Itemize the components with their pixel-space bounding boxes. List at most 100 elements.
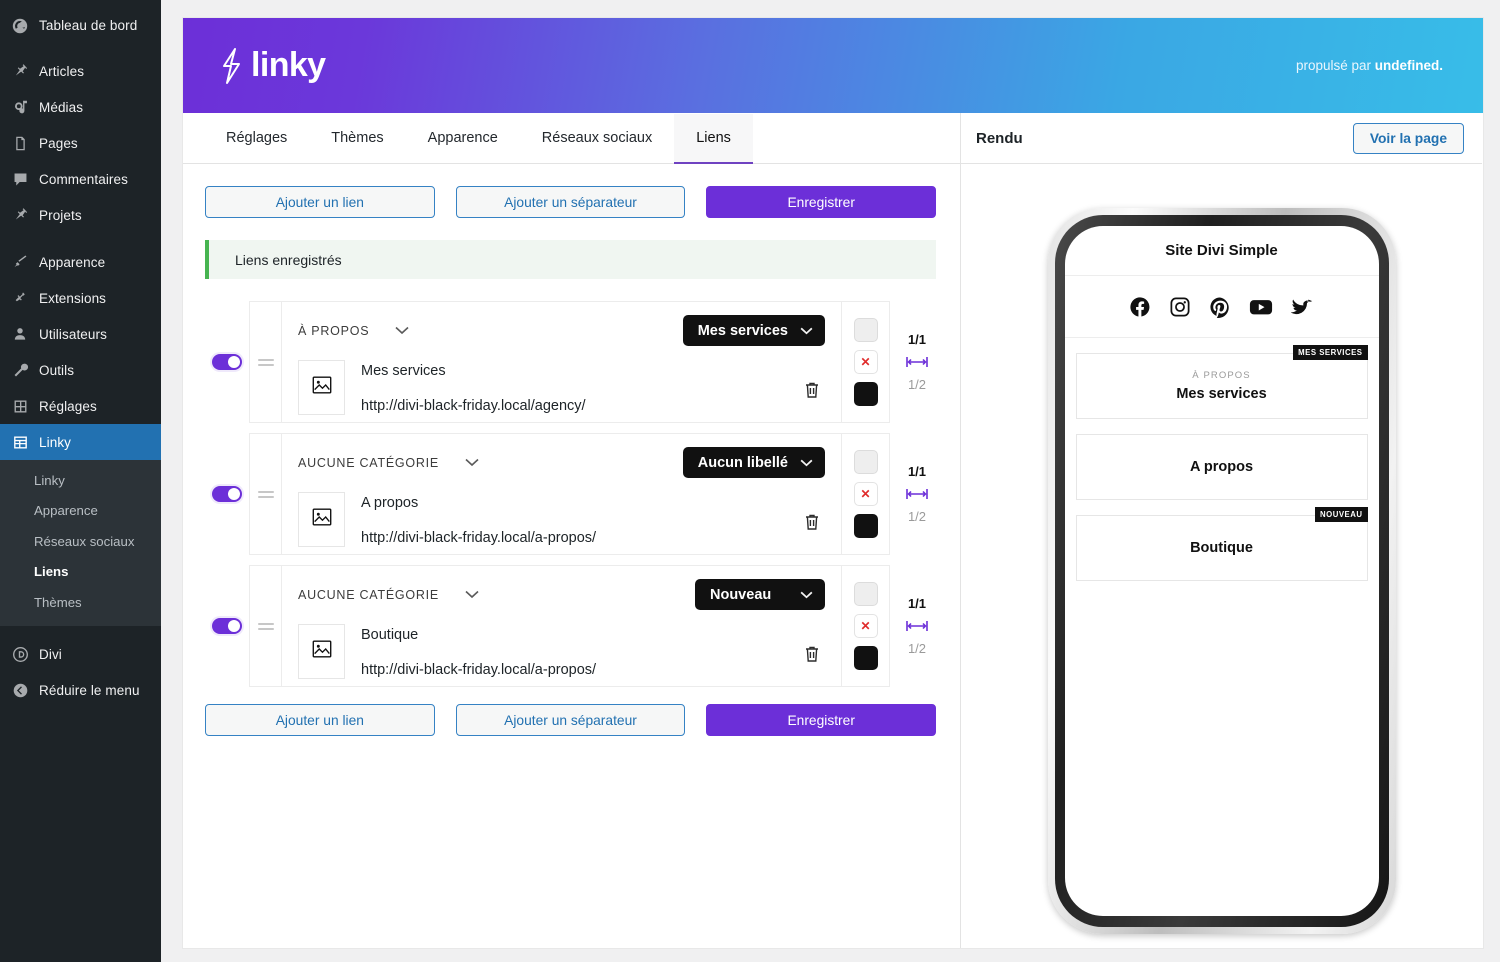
drag-handle[interactable]	[249, 301, 281, 423]
trash-icon[interactable]	[804, 513, 820, 536]
swatch-black[interactable]	[853, 382, 878, 406]
instagram-icon[interactable]	[1169, 296, 1191, 318]
category-selector[interactable]: AUCUNE CATÉGORIE	[298, 456, 479, 470]
swatch-black[interactable]	[853, 646, 878, 670]
linky-admin-panel: linky propulsé par undefined. Réglages T…	[183, 18, 1483, 948]
save-button-bottom[interactable]: Enregistrer	[706, 704, 937, 736]
category-name: AUCUNE CATÉGORIE	[298, 455, 439, 470]
label-select[interactable]: Nouveau	[695, 579, 825, 610]
swatch-empty[interactable]	[853, 582, 878, 606]
sidebar-item-reglages[interactable]: Réglages	[0, 388, 161, 424]
preview-card[interactable]: NOUVEAU Boutique	[1075, 507, 1368, 581]
width-half-label[interactable]: 1/2	[908, 377, 926, 392]
view-page-button[interactable]: Voir la page	[1352, 122, 1464, 154]
toolbar-top: Ajouter un lien Ajouter un séparateur En…	[205, 186, 937, 218]
link-enable-toggle[interactable]	[212, 354, 242, 370]
link-thumbnail[interactable]	[298, 492, 345, 547]
preview-site-title: Site Divi Simple	[1064, 226, 1379, 276]
submenu-item-linky[interactable]: Linky	[0, 466, 161, 496]
label-select[interactable]: Aucun libellé	[682, 447, 825, 478]
swatch-none[interactable]: ✕	[853, 350, 878, 374]
swatch-empty[interactable]	[853, 450, 878, 474]
add-separator-button-top[interactable]: Ajouter un séparateur	[455, 186, 686, 218]
sidebar-item-label: Commentaires	[39, 171, 128, 187]
submenu-item-liens[interactable]: Liens	[0, 557, 161, 587]
save-button-top[interactable]: Enregistrer	[706, 186, 937, 218]
width-full-label[interactable]: 1/1	[908, 464, 926, 479]
links-list: À PROPOS Mes services Mes services http:…	[205, 301, 936, 687]
tab-liens[interactable]: Liens	[674, 114, 753, 164]
link-url[interactable]: http://divi-black-friday.local/agency/	[361, 398, 825, 414]
tab-apparence[interactable]: Apparence	[406, 114, 520, 164]
status-notice: Liens enregistrés	[205, 240, 936, 279]
pin-icon	[10, 61, 30, 81]
label-select-value: Nouveau	[710, 586, 772, 603]
color-swatches: ✕	[842, 565, 890, 687]
powered-prefix: propulsé par	[1295, 58, 1375, 73]
collapse-menu-button[interactable]: Réduire le menu	[0, 672, 161, 708]
category-selector[interactable]: À PROPOS	[298, 324, 409, 338]
sidebar-item-utilisateurs[interactable]: Utilisateurs	[0, 316, 161, 352]
collapse-icon	[10, 680, 30, 700]
swatch-black[interactable]	[853, 514, 878, 538]
swatch-empty[interactable]	[853, 318, 878, 342]
sidebar-item-apparence[interactable]: Apparence	[0, 244, 161, 280]
youtube-icon[interactable]	[1249, 296, 1273, 318]
category-selector[interactable]: AUCUNE CATÉGORIE	[298, 588, 479, 602]
twitter-icon[interactable]	[1291, 296, 1314, 318]
width-half-label[interactable]: 1/2	[908, 641, 926, 656]
drag-handle[interactable]	[249, 433, 281, 555]
swatch-none[interactable]: ✕	[853, 614, 878, 638]
sidebar-item-extensions[interactable]: Extensions	[0, 280, 161, 316]
submenu-item-themes[interactable]: Thèmes	[0, 588, 161, 618]
pinterest-icon[interactable]	[1209, 296, 1231, 318]
swatch-none[interactable]: ✕	[853, 482, 878, 506]
sidebar-item-linky[interactable]: Linky	[0, 424, 169, 460]
add-link-button-top[interactable]: Ajouter un lien	[205, 186, 435, 218]
full-width-icon[interactable]	[906, 488, 928, 500]
preview-card[interactable]: A propos	[1075, 434, 1368, 500]
sidebar-item-projets[interactable]: Projets	[0, 197, 161, 233]
sidebar-item-pages[interactable]: Pages	[0, 125, 161, 161]
tab-reglages[interactable]: Réglages	[204, 114, 309, 164]
submenu-item-apparence[interactable]: Apparence	[0, 496, 161, 526]
link-title[interactable]: Boutique	[361, 627, 825, 643]
tab-themes[interactable]: Thèmes	[309, 114, 405, 164]
color-swatches: ✕	[842, 301, 890, 423]
tab-reseaux-sociaux[interactable]: Réseaux sociaux	[520, 114, 674, 164]
sidebar-item-dashboard[interactable]: Tableau de bord	[0, 9, 161, 42]
preview-card[interactable]: MES SERVICES À PROPOS Mes services	[1075, 345, 1368, 419]
submenu-item-reseaux-sociaux[interactable]: Réseaux sociaux	[0, 527, 161, 557]
sidebar-item-articles[interactable]: Articles	[0, 53, 161, 89]
add-separator-button-bottom[interactable]: Ajouter un séparateur	[455, 704, 686, 736]
drag-handle[interactable]	[249, 565, 281, 687]
link-url[interactable]: http://divi-black-friday.local/a-propos/	[361, 530, 825, 546]
pin-icon	[10, 205, 30, 225]
trash-icon[interactable]	[804, 381, 820, 404]
link-enable-toggle[interactable]	[212, 618, 242, 634]
add-link-button-bottom[interactable]: Ajouter un lien	[205, 704, 435, 736]
linky-banner: linky propulsé par undefined.	[183, 18, 1483, 113]
full-width-icon[interactable]	[906, 356, 928, 368]
label-select[interactable]: Mes services	[682, 315, 825, 346]
link-title[interactable]: A propos	[361, 495, 825, 511]
trash-icon[interactable]	[804, 645, 820, 668]
width-controls: 1/1 1/2	[890, 433, 936, 555]
width-full-label[interactable]: 1/1	[908, 332, 926, 347]
sidebar-item-outils[interactable]: Outils	[0, 352, 161, 388]
full-width-icon[interactable]	[906, 620, 928, 632]
link-thumbnail[interactable]	[298, 360, 345, 415]
sidebar-item-divi[interactable]: Divi	[0, 636, 161, 672]
chevron-down-icon	[800, 587, 813, 603]
link-card-body: A propos http://divi-black-friday.local/…	[298, 492, 825, 547]
link-title[interactable]: Mes services	[361, 363, 825, 379]
facebook-icon[interactable]	[1129, 296, 1151, 318]
sidebar-item-commentaires[interactable]: Commentaires	[0, 161, 161, 197]
sidebar-item-medias[interactable]: Médias	[0, 89, 161, 125]
width-full-label[interactable]: 1/1	[908, 596, 926, 611]
link-text-fields: Boutique http://divi-black-friday.local/…	[361, 624, 825, 678]
width-half-label[interactable]: 1/2	[908, 509, 926, 524]
link-thumbnail[interactable]	[298, 624, 345, 679]
link-enable-toggle[interactable]	[212, 486, 242, 502]
link-url[interactable]: http://divi-black-friday.local/a-propos/	[361, 662, 825, 678]
